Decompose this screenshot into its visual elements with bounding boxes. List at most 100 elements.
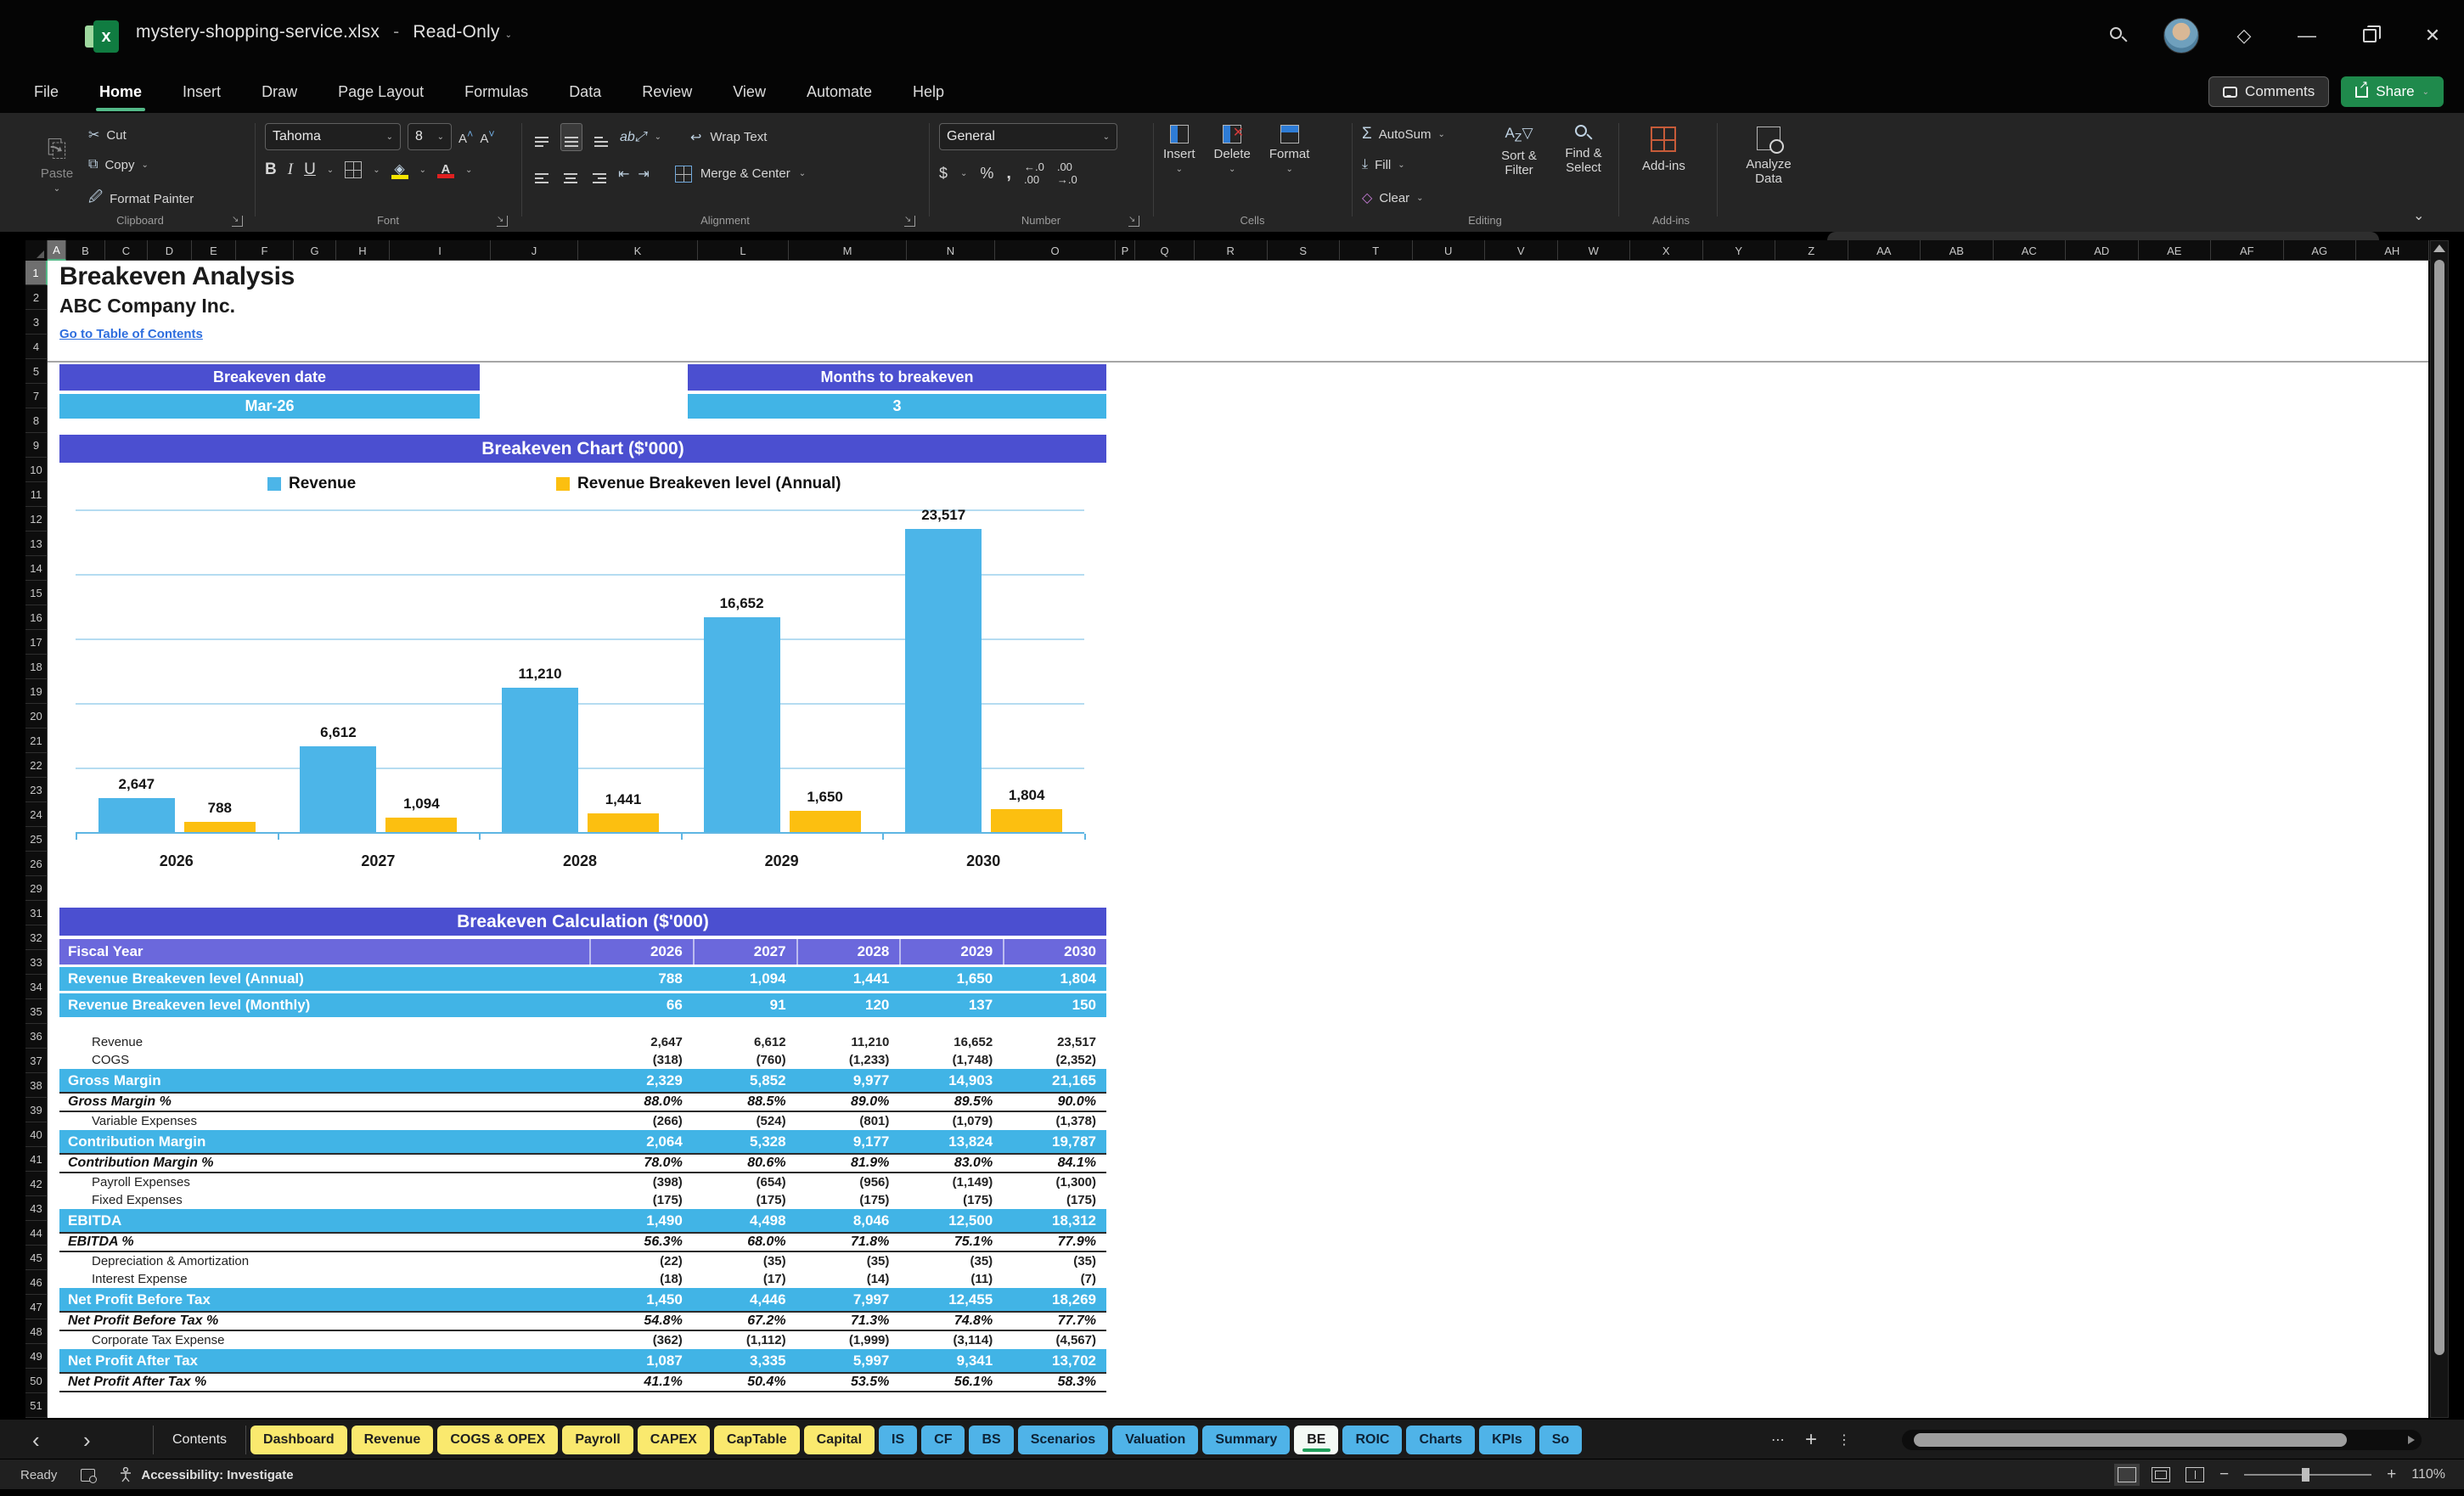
chevron-down-icon[interactable]: ⌄: [373, 166, 380, 175]
align-center-button[interactable]: [560, 160, 581, 187]
vertical-scrollbar[interactable]: [2430, 240, 2449, 1418]
menu-tab-home[interactable]: Home: [96, 80, 146, 111]
restore-button[interactable]: [2338, 0, 2401, 71]
increase-decimal-button[interactable]: ←.0.00: [1024, 160, 1044, 186]
cut-button[interactable]: ✂ Cut: [88, 127, 127, 143]
orientation-icon[interactable]: ab⤢: [620, 130, 646, 145]
row-header-33[interactable]: 33: [25, 950, 48, 975]
analyze-data-button[interactable]: Analyze Data: [1739, 127, 1798, 186]
sheet-tab-summary[interactable]: Summary: [1202, 1426, 1291, 1454]
row-header-36[interactable]: 36: [25, 1024, 48, 1049]
row-header-43[interactable]: 43: [25, 1196, 48, 1221]
column-header-D[interactable]: D: [148, 240, 192, 261]
sheet-tab-capex[interactable]: CAPEX: [637, 1426, 710, 1454]
page-layout-view-button[interactable]: [2152, 1467, 2171, 1482]
horizontal-scrollbar[interactable]: [1902, 1430, 2422, 1450]
column-header-B[interactable]: B: [66, 240, 105, 261]
menu-tab-view[interactable]: View: [731, 80, 768, 104]
column-header-P[interactable]: P: [1116, 240, 1135, 261]
comma-style-button[interactable]: ,: [1006, 164, 1011, 183]
sheet-tab-capital[interactable]: Capital: [803, 1426, 875, 1454]
row-header-47[interactable]: 47: [25, 1295, 48, 1319]
zoom-slider-thumb[interactable]: [2302, 1468, 2310, 1482]
account-button[interactable]: [2150, 0, 2213, 71]
row-header-1[interactable]: 1: [25, 261, 48, 285]
row-header-12[interactable]: 12: [25, 507, 48, 531]
align-top-button[interactable]: [532, 124, 552, 150]
row-header-22[interactable]: 22: [25, 753, 48, 778]
row-header-23[interactable]: 23: [25, 778, 48, 802]
autosum-button[interactable]: Σ AutoSum ⌄: [1362, 125, 1445, 143]
row-header-34[interactable]: 34: [25, 975, 48, 999]
row-header-9[interactable]: 9: [25, 433, 48, 458]
chevron-down-icon[interactable]: ⌄: [505, 31, 513, 40]
row-header-38[interactable]: 38: [25, 1073, 48, 1098]
chevron-down-icon[interactable]: ⌄: [465, 166, 472, 175]
menu-tab-help[interactable]: Help: [911, 80, 946, 104]
row-header-11[interactable]: 11: [25, 482, 48, 507]
column-header-X[interactable]: X: [1630, 240, 1703, 261]
normal-view-button[interactable]: [2114, 1464, 2141, 1486]
alignment-dialog-launcher[interactable]: ↘: [904, 216, 915, 227]
clipboard-dialog-launcher[interactable]: ↘: [232, 216, 243, 227]
number-dialog-launcher[interactable]: ↘: [1128, 216, 1139, 227]
column-header-R[interactable]: R: [1195, 240, 1268, 261]
zoom-slider[interactable]: [2244, 1468, 2372, 1482]
column-header-C[interactable]: C: [105, 240, 148, 261]
comments-button[interactable]: Comments: [2208, 76, 2330, 107]
row-header-48[interactable]: 48: [25, 1319, 48, 1344]
row-header-15[interactable]: 15: [25, 581, 48, 605]
row-header-46[interactable]: 46: [25, 1270, 48, 1295]
minimize-button[interactable]: —: [2276, 0, 2338, 71]
menu-tab-review[interactable]: Review: [640, 80, 694, 104]
format-cells-button[interactable]: Format ⌄: [1269, 125, 1309, 174]
sheet-tab-dashboard[interactable]: Dashboard: [250, 1426, 347, 1454]
copy-button[interactable]: ⧉ Copy ⌄: [88, 157, 149, 172]
column-header-G[interactable]: G: [294, 240, 336, 261]
excel-app-icon[interactable]: x: [85, 20, 119, 53]
row-header-51[interactable]: 51: [25, 1393, 48, 1418]
sheet-options-button[interactable]: ⋮: [1837, 1431, 1851, 1448]
sheet-tab-charts[interactable]: Charts: [1406, 1426, 1476, 1454]
accessibility-status[interactable]: Accessibility: Investigate: [119, 1467, 294, 1482]
menu-tab-file[interactable]: File: [32, 80, 60, 104]
column-header-K[interactable]: K: [578, 240, 698, 261]
sheet-tab-roic[interactable]: ROIC: [1342, 1426, 1403, 1454]
menu-tab-data[interactable]: Data: [567, 80, 603, 104]
shrink-font-button[interactable]: A˅: [480, 128, 494, 146]
macro-record-icon[interactable]: [81, 1468, 98, 1483]
column-header-T[interactable]: T: [1340, 240, 1413, 261]
row-header-31[interactable]: 31: [25, 901, 48, 925]
row-header-25[interactable]: 25: [25, 827, 48, 852]
row-header-2[interactable]: 2: [25, 285, 48, 310]
more-sheets-button[interactable]: ⋯: [1771, 1431, 1785, 1448]
premium-button[interactable]: ◇: [2213, 0, 2276, 71]
row-header-35[interactable]: 35: [25, 999, 48, 1024]
column-header-AD[interactable]: AD: [2066, 240, 2139, 261]
column-header-U[interactable]: U: [1413, 240, 1485, 261]
row-header-17[interactable]: 17: [25, 630, 48, 655]
wrap-text-label[interactable]: Wrap Text: [710, 130, 767, 144]
row-header-44[interactable]: 44: [25, 1221, 48, 1246]
row-header-20[interactable]: 20: [25, 704, 48, 728]
sheet-tab-be[interactable]: BE: [1294, 1426, 1339, 1454]
row-header-39[interactable]: 39: [25, 1098, 48, 1122]
number-format-select[interactable]: General ⌄: [939, 123, 1117, 150]
sheet-tab-contents[interactable]: Contents: [153, 1426, 247, 1454]
merge-center-icon[interactable]: [674, 165, 692, 183]
font-size-select[interactable]: 8 ⌄: [408, 123, 452, 150]
borders-icon[interactable]: [345, 161, 363, 178]
row-header-41[interactable]: 41: [25, 1147, 48, 1172]
row-header-8[interactable]: 8: [25, 408, 48, 433]
column-header-J[interactable]: J: [491, 240, 578, 261]
prev-sheet-button[interactable]: ‹: [32, 1420, 40, 1460]
sheet-tab-cf[interactable]: CF: [921, 1426, 965, 1454]
chevron-down-icon[interactable]: ⌄: [419, 166, 426, 175]
share-button[interactable]: Share ⌄: [2341, 76, 2444, 107]
menu-tab-automate[interactable]: Automate: [805, 80, 874, 104]
column-header-H[interactable]: H: [336, 240, 390, 261]
align-bottom-button[interactable]: [591, 124, 611, 150]
column-header-AC[interactable]: AC: [1994, 240, 2066, 261]
row-header-49[interactable]: 49: [25, 1344, 48, 1369]
next-sheet-button[interactable]: ›: [83, 1420, 91, 1460]
